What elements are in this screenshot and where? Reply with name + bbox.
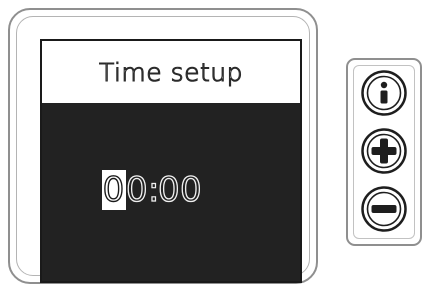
hour-tens-digit[interactable]: 0: [102, 169, 126, 211]
time-display: 0 0 : 0 0: [102, 169, 202, 211]
minus-icon: [361, 186, 407, 232]
plus-button[interactable]: [361, 128, 407, 174]
minute-tens-digit[interactable]: 0: [157, 169, 180, 210]
button-panel: [346, 58, 422, 246]
device-frame: Time setup 0 0 : 0 0: [8, 8, 318, 284]
screen-title: Time setup: [98, 57, 244, 87]
info-button[interactable]: [361, 70, 407, 116]
minus-button[interactable]: [361, 186, 407, 232]
display-screen: Time setup 0 0 : 0 0: [40, 39, 302, 283]
time-separator: :: [147, 169, 161, 210]
plus-icon: [361, 128, 407, 174]
screen-body: 0 0 : 0 0: [42, 103, 300, 281]
minute-ones-digit[interactable]: 0: [179, 169, 202, 210]
info-icon: [361, 70, 407, 116]
device-setup-illustration: Time setup 0 0 : 0 0: [0, 0, 426, 291]
hour-ones-digit[interactable]: 0: [125, 169, 148, 210]
screen-header: Time setup: [42, 41, 300, 103]
